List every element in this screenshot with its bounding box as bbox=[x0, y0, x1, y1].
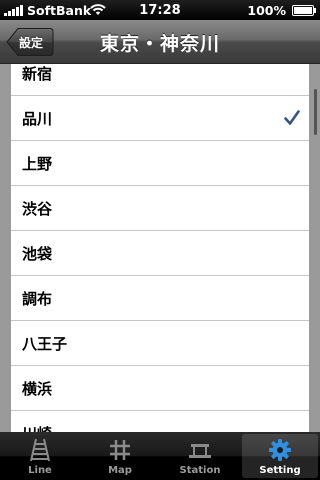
checkmark-icon bbox=[284, 110, 300, 125]
list-item-label: 渋谷 bbox=[22, 200, 53, 218]
list-item-label: 川崎 bbox=[22, 423, 52, 432]
navigation-bar: 設定 東京・神奈川 bbox=[0, 20, 320, 64]
back-button[interactable]: 設定 bbox=[6, 27, 54, 57]
list-item[interactable]: 渋谷 bbox=[11, 186, 309, 231]
list-item[interactable]: 池袋 bbox=[11, 231, 309, 276]
tab-line-label: Line bbox=[28, 465, 52, 476]
tab-bar: Line Map Station Setting bbox=[0, 432, 320, 480]
list-item[interactable]: 新宿 bbox=[11, 64, 309, 96]
tab-map[interactable]: Map bbox=[82, 434, 158, 478]
list-item-label: 新宿 bbox=[22, 65, 53, 83]
list-item[interactable]: 八王子 bbox=[11, 321, 309, 366]
list-item[interactable]: 上野 bbox=[11, 141, 309, 186]
list-item-label: 品川 bbox=[22, 110, 53, 128]
back-button-label: 設定 bbox=[19, 36, 44, 50]
station-icon bbox=[189, 444, 211, 458]
list-item[interactable]: 横浜 bbox=[11, 366, 309, 411]
tab-station[interactable]: Station bbox=[162, 434, 238, 478]
station-list[interactable]: 新宿品川上野渋谷池袋調布八王子横浜川崎 bbox=[0, 64, 320, 432]
tab-line[interactable]: Line bbox=[2, 434, 78, 478]
tab-map-label: Map bbox=[108, 465, 132, 476]
status-bar: SoftBank 17:28 100% bbox=[0, 0, 320, 20]
train-line-icon bbox=[30, 438, 50, 462]
list-item[interactable]: 品川 bbox=[11, 96, 309, 141]
list-item-label: 上野 bbox=[22, 155, 53, 173]
tab-setting-label: Setting bbox=[259, 465, 301, 476]
list-item[interactable]: 調布 bbox=[11, 276, 309, 321]
battery-percent: 100% bbox=[247, 3, 286, 18]
list-item-label: 横浜 bbox=[22, 380, 53, 398]
list-item-label: 池袋 bbox=[22, 245, 53, 263]
list-item-label: 調布 bbox=[22, 290, 53, 308]
list-item[interactable]: 川崎 bbox=[11, 411, 309, 432]
tab-setting[interactable]: Setting bbox=[242, 434, 318, 478]
grid-map-icon bbox=[110, 440, 130, 460]
gear-icon bbox=[269, 439, 291, 461]
tab-station-label: Station bbox=[179, 465, 221, 476]
page-title: 東京・神奈川 bbox=[99, 33, 220, 55]
battery-icon bbox=[292, 5, 316, 16]
list-item-label: 八王子 bbox=[22, 335, 68, 353]
scroll-indicator[interactable] bbox=[314, 89, 317, 135]
station-list-panel: 新宿品川上野渋谷池袋調布八王子横浜川崎 bbox=[11, 64, 309, 432]
